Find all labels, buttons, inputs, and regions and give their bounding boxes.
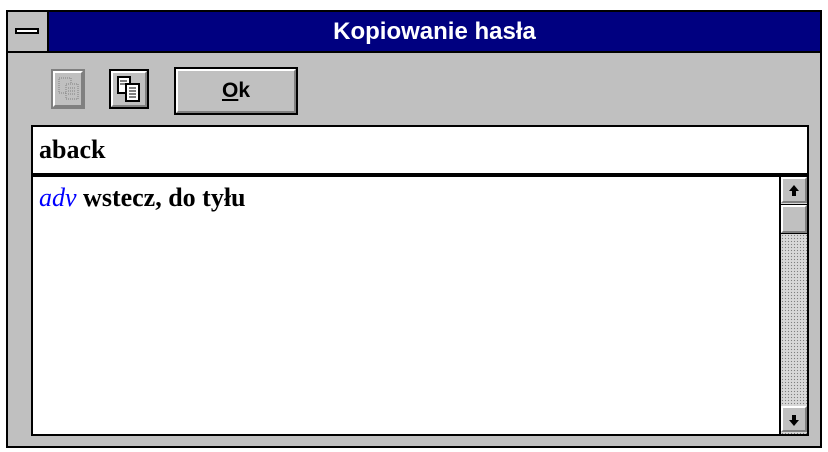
system-menu-button[interactable] bbox=[8, 12, 49, 51]
ok-button-mnemonic: O bbox=[221, 79, 239, 102]
ok-button[interactable]: Ok bbox=[174, 67, 298, 115]
scroll-thumb[interactable] bbox=[780, 204, 808, 234]
copy-button[interactable] bbox=[109, 69, 149, 109]
vertical-scrollbar[interactable] bbox=[779, 177, 808, 434]
copy-disabled-icon bbox=[58, 77, 79, 100]
part-of-speech: adv bbox=[39, 183, 77, 212]
window-title: Kopiowanie hasła bbox=[333, 18, 536, 45]
arrow-down-icon bbox=[789, 415, 799, 426]
dialog-window: Kopiowanie hasła Ok aback adv wstecz, do… bbox=[6, 10, 822, 448]
copy-disabled-button[interactable] bbox=[51, 69, 85, 109]
definition: wstecz, do tyłu bbox=[76, 183, 246, 212]
scroll-up-button[interactable] bbox=[781, 177, 807, 203]
scroll-down-button[interactable] bbox=[781, 406, 807, 432]
copy-icon bbox=[117, 76, 140, 102]
headword-field: aback bbox=[31, 125, 809, 177]
title-bar: Kopiowanie hasła bbox=[8, 12, 820, 53]
headword-text: aback bbox=[39, 135, 106, 164]
ok-button-label: k bbox=[238, 79, 251, 102]
definition-text: adv wstecz, do tyłu bbox=[39, 183, 246, 213]
system-menu-icon bbox=[15, 28, 39, 34]
arrow-up-icon bbox=[789, 185, 799, 196]
definition-panel: adv wstecz, do tyłu bbox=[31, 177, 809, 436]
